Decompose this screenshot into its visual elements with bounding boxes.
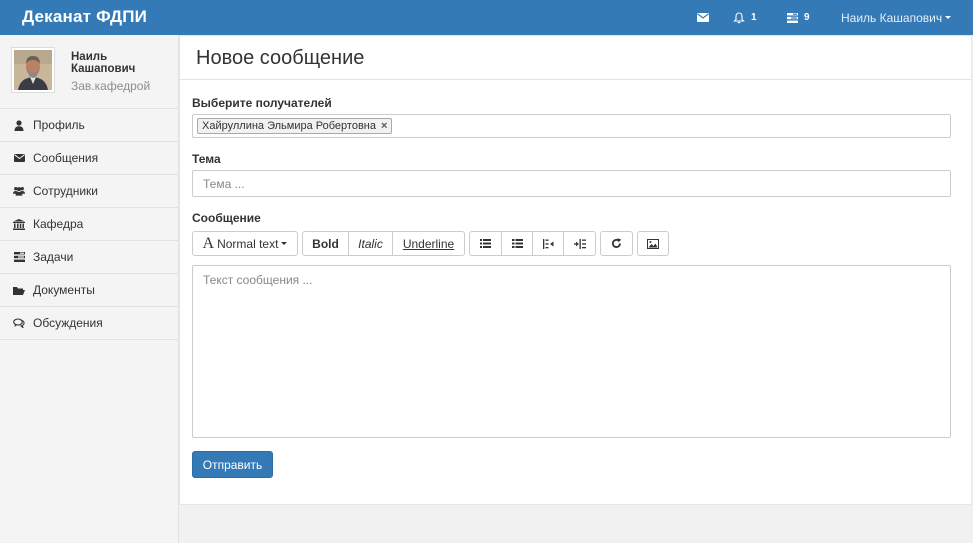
top-navbar: Деканат ФДПИ 1 9 Наиль Кашапович (0, 0, 973, 35)
font-style-label: Normal text (217, 236, 279, 251)
caret-down-icon (945, 16, 952, 19)
message-label: Сообщение (192, 211, 261, 225)
avatar[interactable] (11, 47, 55, 93)
recipients-select[interactable]: Хайруллина Эльмира Робертовна × (192, 114, 951, 138)
folder-open-icon (13, 284, 25, 296)
user-icon (13, 119, 25, 131)
messages-nav-button[interactable] (697, 0, 709, 35)
tasks-count: 9 (804, 12, 810, 23)
sidebar-item-staff[interactable]: Сотрудники (0, 175, 178, 208)
undo-button[interactable] (600, 231, 633, 256)
sidebar-item-messages[interactable]: Сообщения (0, 142, 178, 175)
indent-button[interactable] (563, 231, 596, 256)
users-icon (13, 185, 25, 197)
sidebar-menu: Профиль Сообщения Сотрудники Кафедра Зад… (0, 109, 178, 340)
user-dropdown-label: Наиль Кашапович (841, 10, 943, 25)
list-ol-icon (511, 239, 523, 248)
underline-button[interactable]: Underline (392, 231, 465, 256)
insert-image-button[interactable] (637, 231, 669, 256)
outdent-button[interactable] (532, 231, 564, 256)
recipient-tag-label: Хайруллина Эльмира Робертовна (202, 120, 376, 132)
brand-title[interactable]: Деканат ФДПИ (22, 7, 147, 27)
topic-input[interactable] (193, 171, 950, 196)
topic-field (192, 170, 951, 197)
sidebar-item-label: Сообщения (33, 151, 99, 165)
font-icon: A (202, 234, 215, 252)
profile-name: Наиль Кашапович (71, 51, 136, 75)
font-style-dropdown[interactable]: A Normal text (192, 231, 298, 256)
new-message-panel: Новое сообщение Выберите получателей Хай… (179, 35, 972, 505)
tasks-icon (787, 12, 798, 23)
indent-icon (573, 238, 586, 249)
envelope-icon (13, 152, 25, 164)
sidebar-item-profile[interactable]: Профиль (0, 109, 178, 142)
list-ul-icon (480, 239, 491, 248)
sidebar-item-label: Задачи (33, 250, 74, 264)
tasks-nav-button[interactable]: 9 (787, 0, 810, 35)
sidebar-item-label: Обсуждения (33, 316, 103, 330)
recipient-tag: Хайруллина Эльмира Робертовна × (197, 118, 393, 134)
sidebar-item-label: Профиль (33, 118, 85, 132)
user-dropdown[interactable]: Наиль Кашапович (841, 0, 952, 35)
tasks-icon (13, 251, 25, 263)
unordered-list-button[interactable] (469, 231, 502, 256)
topic-label: Тема (192, 152, 221, 166)
sidebar-item-tasks[interactable]: Задачи (0, 241, 178, 274)
outdent-icon (542, 238, 554, 249)
sidebar-item-label: Документы (33, 283, 95, 297)
sidebar-item-discussions[interactable]: Обсуждения (0, 307, 178, 340)
bold-button[interactable]: Bold (302, 231, 349, 256)
recipients-label: Выберите получателей (192, 96, 332, 110)
sidebar-item-label: Кафедра (33, 217, 84, 231)
message-editor[interactable]: Текст сообщения ... (192, 265, 951, 438)
institution-icon (13, 218, 25, 230)
message-placeholder: Текст сообщения ... (203, 273, 313, 287)
sidebar-item-label: Сотрудники (33, 184, 98, 198)
envelope-icon (697, 13, 709, 22)
sidebar-item-department[interactable]: Кафедра (0, 208, 178, 241)
profile-role: Зав.кафедрой (71, 79, 151, 93)
notifications-nav-button[interactable]: 1 (733, 0, 757, 35)
page-title: Новое сообщение (196, 47, 365, 69)
ordered-list-button[interactable] (501, 231, 533, 256)
send-button[interactable]: Отправить (192, 451, 273, 478)
comments-icon (13, 317, 25, 329)
sidebar-item-documents[interactable]: Документы (0, 274, 178, 307)
italic-button[interactable]: Italic (348, 231, 393, 256)
remove-recipient-icon[interactable]: × (381, 119, 387, 133)
avatar-photo (14, 50, 52, 90)
user-profile-card: Наиль Кашапович Зав.кафедрой (0, 35, 178, 109)
panel-header: Новое сообщение (180, 36, 971, 80)
bell-icon (733, 11, 745, 24)
picture-icon (647, 238, 659, 249)
refresh-icon (611, 238, 622, 249)
sidebar: Наиль Кашапович Зав.кафедрой Профиль Соо… (0, 35, 179, 543)
caret-down-icon (281, 242, 288, 245)
notifications-count: 1 (751, 12, 757, 23)
